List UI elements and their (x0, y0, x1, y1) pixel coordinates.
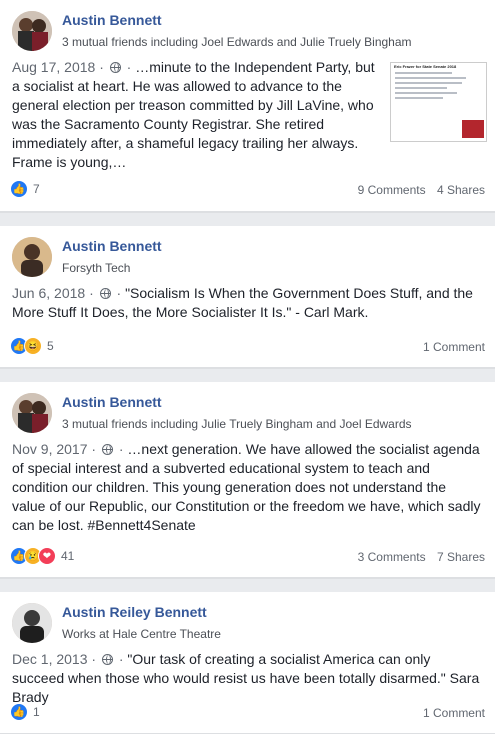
avatar[interactable] (12, 393, 52, 433)
separator: · (118, 651, 124, 667)
author-name[interactable]: Austin Bennett (62, 394, 162, 410)
separator: · (126, 59, 132, 75)
thumbnail-title: Eric Frazer for State Senate 2018 (394, 64, 457, 69)
reactions[interactable]: 👍 😢 ❤ 41 (10, 547, 74, 565)
avatar[interactable] (12, 11, 52, 51)
search-results-feed: Austin Bennett 3 mutual friends includin… (0, 0, 495, 734)
post-date[interactable]: Dec 1, 2013 (12, 651, 88, 667)
love-reaction-icon: ❤ (38, 547, 56, 565)
divider (0, 578, 495, 592)
avatar[interactable] (12, 237, 52, 277)
shares-count[interactable]: 7 Shares (437, 550, 485, 564)
post-card: Austin Bennett Forsyth Tech Jun 6, 2018 … (0, 226, 495, 368)
post-footer: 👍 1 1 Comment (0, 695, 495, 729)
reactions[interactable]: 👍 1 (10, 703, 40, 721)
author-subtitle: 3 mutual friends including Joel Edwards … (62, 35, 412, 49)
separator: · (116, 285, 122, 301)
post-date[interactable]: Nov 9, 2017 (12, 441, 88, 457)
author-subtitle: Works at Hale Centre Theatre (62, 627, 221, 641)
comments-count[interactable]: 9 Comments (358, 183, 426, 197)
post-footer: 👍 😆 5 1 Comment (0, 329, 495, 363)
author-subtitle: Forsyth Tech (62, 261, 131, 275)
like-reaction-icon: 👍 (10, 703, 28, 721)
comments-count[interactable]: 1 Comment (423, 340, 485, 354)
post-card: Austin Reiley Bennett Works at Hale Cent… (0, 592, 495, 734)
post-stats: 9 Comments 4 Shares (358, 183, 485, 197)
post-footer: 👍 😢 ❤ 41 3 Comments 7 Shares (0, 539, 495, 573)
globe-icon (109, 62, 121, 73)
separator: · (91, 441, 97, 457)
separator: · (91, 651, 97, 667)
post-stats: 3 Comments 7 Shares (358, 550, 485, 564)
divider (0, 212, 495, 226)
thumbnail-photo (462, 120, 484, 138)
author-subtitle: 3 mutual friends including Julie Truely … (62, 417, 412, 431)
comments-count[interactable]: 3 Comments (358, 550, 426, 564)
haha-reaction-icon: 😆 (24, 337, 42, 355)
post-header: Austin Bennett Forsyth Tech (0, 226, 495, 284)
post-header: Austin Bennett 3 mutual friends includin… (0, 382, 495, 440)
globe-icon (101, 444, 113, 455)
comments-count[interactable]: 1 Comment (423, 706, 485, 720)
like-reaction-icon: 👍 (10, 180, 28, 198)
post-date[interactable]: Jun 6, 2018 (12, 285, 85, 301)
globe-icon (99, 288, 111, 299)
reaction-count[interactable]: 5 (47, 339, 54, 353)
separator: · (118, 441, 124, 457)
separator: · (99, 59, 104, 75)
post-card: Austin Bennett 3 mutual friends includin… (0, 0, 495, 212)
post-footer: 👍 7 9 Comments 4 Shares (0, 172, 495, 206)
post-header: Austin Bennett 3 mutual friends includin… (0, 0, 495, 58)
separator: · (89, 285, 94, 301)
shares-count[interactable]: 4 Shares (437, 183, 485, 197)
post-body: Nov 9, 2017 · · …next generation. We hav… (0, 440, 495, 535)
reactions[interactable]: 👍 😆 5 (10, 337, 54, 355)
reaction-count[interactable]: 1 (33, 705, 40, 719)
author-name[interactable]: Austin Bennett (62, 12, 162, 28)
avatar[interactable] (12, 603, 52, 643)
post-card: Austin Bennett 3 mutual friends includin… (0, 382, 495, 578)
post-stats: 1 Comment (423, 340, 485, 354)
post-text: …minute to the Independent Party, but a … (12, 59, 375, 170)
globe-icon (101, 654, 113, 665)
post-stats: 1 Comment (423, 706, 485, 720)
post-date[interactable]: Aug 17, 2018 (12, 59, 95, 75)
reaction-count[interactable]: 41 (61, 549, 74, 563)
reactions[interactable]: 👍 7 (10, 180, 40, 198)
author-name[interactable]: Austin Reiley Bennett (62, 604, 207, 620)
post-header: Austin Reiley Bennett Works at Hale Cent… (0, 592, 495, 650)
author-name[interactable]: Austin Bennett (62, 238, 162, 254)
divider (0, 368, 495, 382)
post-image[interactable]: Eric Frazer for State Senate 2018 (390, 62, 487, 142)
reaction-count[interactable]: 7 (33, 182, 40, 196)
post-body: Jun 6, 2018 · · "Socialism Is When the G… (0, 284, 495, 322)
